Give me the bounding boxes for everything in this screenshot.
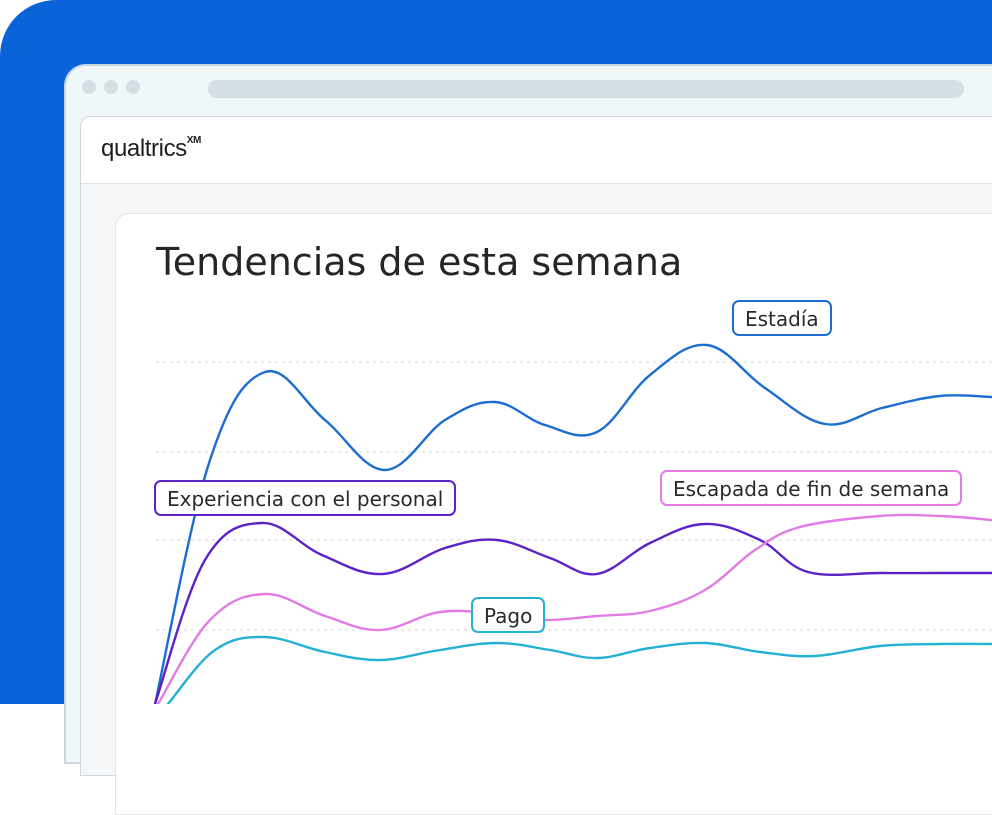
series-label-personal-text: Experiencia con el personal	[167, 487, 444, 511]
lines-layer	[153, 343, 992, 704]
series-line-personal[interactable]	[153, 521, 992, 704]
series-line-estadia[interactable]	[153, 343, 992, 704]
series-label-escapada-text: Escapada de fin de semana	[673, 477, 950, 501]
series-label-escapada[interactable]: Escapada de fin de semana	[660, 470, 963, 506]
series-label-estadia[interactable]: Estadía	[732, 300, 832, 336]
series-label-personal[interactable]: Experiencia con el personal	[154, 480, 457, 516]
series-label-pago[interactable]: Pago	[471, 597, 546, 633]
series-label-pago-text: Pago	[484, 604, 533, 628]
series-line-escapada[interactable]	[156, 513, 992, 704]
series-line-pago[interactable]	[166, 635, 992, 704]
series-label-estadia-text: Estadía	[745, 307, 819, 331]
